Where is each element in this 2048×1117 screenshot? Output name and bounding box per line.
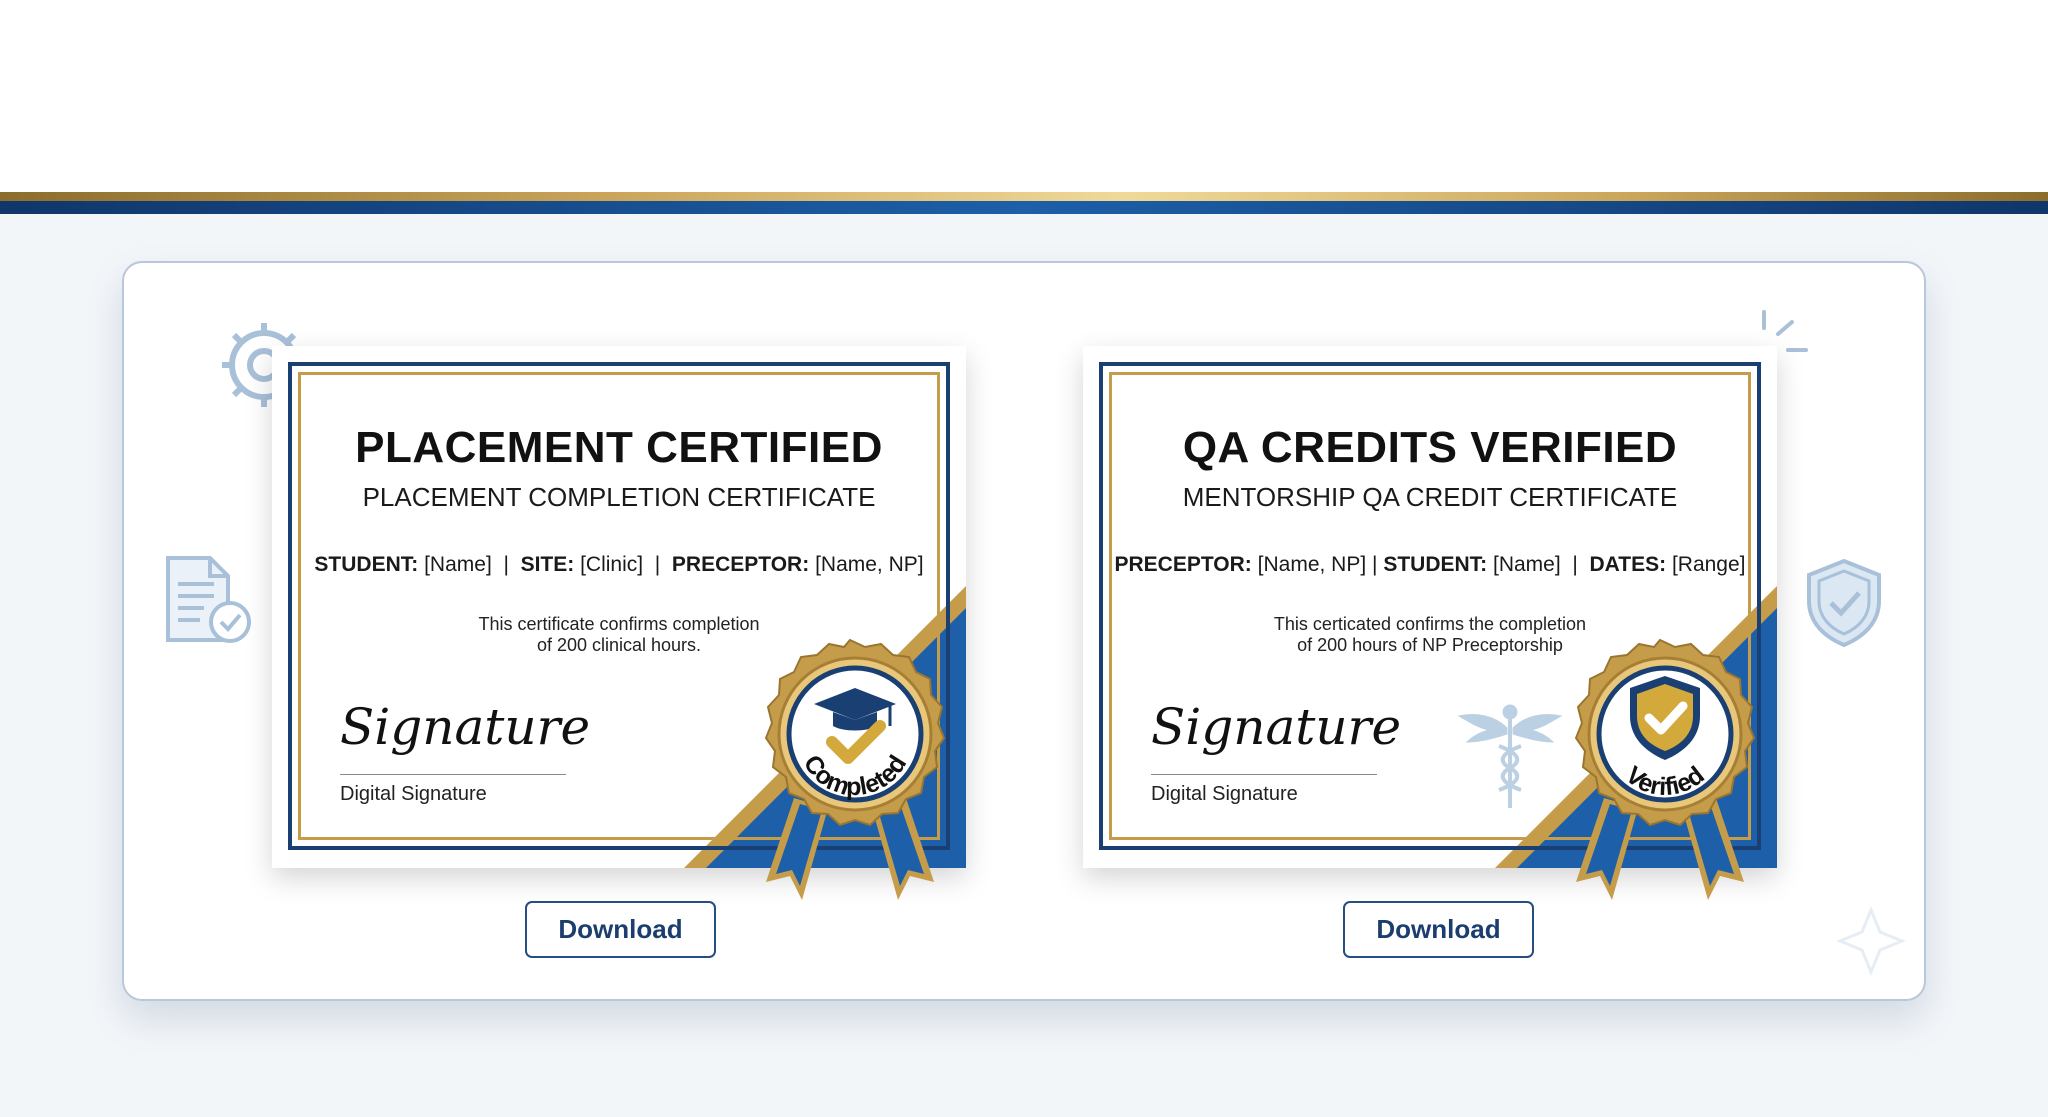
field-label: STUDENT: bbox=[314, 553, 419, 576]
certificate-subtitle: MENTORSHIP QA CREDIT CERTIFICATE bbox=[1182, 482, 1678, 512]
field-label: DATES: bbox=[1589, 553, 1667, 576]
signature-line bbox=[1151, 774, 1377, 775]
sparkle-icon bbox=[1836, 906, 1906, 976]
field-label: PRECEPTOR: bbox=[671, 553, 810, 576]
signature-label: Digital Signature bbox=[1151, 783, 1298, 805]
field-label: PRECEPTOR: bbox=[1114, 553, 1252, 576]
body-line: This certicated confirms the completion bbox=[1273, 614, 1587, 634]
certificate-subtitle: PLACEMENT COMPLETION CERTIFICATE bbox=[362, 482, 876, 512]
blue-divider bbox=[0, 201, 2048, 214]
certificate-title: QA CREDITS VERIFIED bbox=[1182, 423, 1678, 472]
verified-seal: Verified bbox=[1574, 638, 1756, 900]
signature-script: Signature bbox=[340, 698, 591, 756]
download-button[interactable]: Download bbox=[525, 901, 716, 958]
shield-check-icon bbox=[1807, 558, 1881, 648]
certificate-title: PLACEMENT CERTIFIED bbox=[355, 423, 883, 472]
field-value: [Name] bbox=[424, 553, 492, 576]
signature-line bbox=[340, 774, 566, 775]
field-label: STUDENT: bbox=[1383, 553, 1488, 576]
signature-script: Signature bbox=[1151, 698, 1402, 756]
header-area bbox=[0, 0, 2048, 192]
body-line: This certificate confirms completion bbox=[478, 614, 760, 634]
certificate-fields: PRECEPTOR: [Name, NP] | STUDENT: [Name] … bbox=[1114, 553, 1746, 576]
field-value: [Name, NP] bbox=[815, 553, 924, 576]
signature-label: Digital Signature bbox=[340, 783, 487, 805]
field-value: [Range] bbox=[1671, 553, 1746, 576]
gold-divider bbox=[0, 192, 2048, 201]
field-value: [Name, NP] bbox=[1257, 553, 1367, 576]
field-label: SITE: bbox=[520, 553, 575, 576]
document-check-icon bbox=[166, 556, 251, 643]
field-value: [Clinic] bbox=[580, 553, 644, 576]
certificate-fields: STUDENT: [Name] | SITE: [Clinic] | PRECE… bbox=[314, 553, 924, 576]
field-value: [Name] bbox=[1493, 553, 1561, 576]
download-button[interactable]: Download bbox=[1343, 901, 1534, 958]
completed-seal: Completed bbox=[764, 638, 946, 900]
